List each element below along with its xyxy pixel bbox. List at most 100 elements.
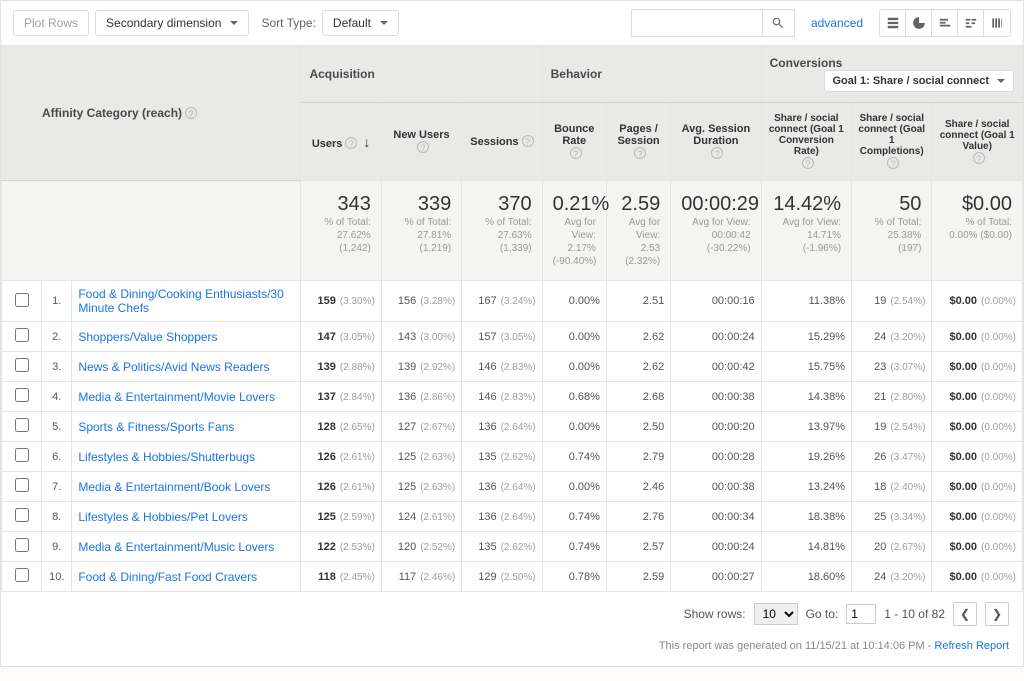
show-rows-select[interactable]: 10 (754, 603, 798, 625)
table-row: 4.Media & Entertainment/Movie Lovers137(… (2, 382, 1023, 412)
help-icon[interactable]: ? (522, 135, 534, 147)
search-input[interactable] (632, 12, 762, 35)
row-number: 1. (42, 281, 72, 322)
view-table-icon[interactable] (880, 10, 906, 36)
category-link[interactable]: Shoppers/Value Shoppers (78, 330, 217, 344)
sort-desc-icon: ↓ (363, 134, 370, 150)
table-row: 2.Shoppers/Value Shoppers147(3.05%)143(3… (2, 322, 1023, 352)
help-icon[interactable]: ? (345, 137, 357, 149)
sort-type-label: Sort Type: (261, 16, 315, 30)
next-page-button[interactable]: ❯ (985, 602, 1009, 626)
view-comparison-icon[interactable] (958, 10, 984, 36)
report-table: Affinity Category (reach)? Acquisition B… (1, 45, 1023, 592)
prev-page-button[interactable]: ❮ (953, 602, 977, 626)
row-number: 10. (42, 562, 72, 592)
pages-column[interactable]: Pages / Session? (606, 103, 670, 181)
view-pie-icon[interactable] (906, 10, 932, 36)
total-compl: 50 (862, 193, 921, 216)
row-number: 4. (42, 382, 72, 412)
total-users-sub: % of Total: 27.62% (1,242) (311, 216, 370, 255)
advanced-link[interactable]: advanced (811, 16, 863, 30)
goal-value-column[interactable]: Share / social connect (Goal 1 Value)? (932, 103, 1023, 181)
chevron-down-icon (230, 21, 238, 29)
row-checkbox[interactable] (15, 418, 29, 432)
row-checkbox[interactable] (15, 448, 29, 462)
help-icon[interactable]: ? (185, 107, 197, 119)
help-icon[interactable]: ? (711, 147, 723, 159)
row-checkbox[interactable] (15, 328, 29, 342)
row-checkbox[interactable] (15, 568, 29, 582)
category-link[interactable]: Media & Entertainment/Book Lovers (78, 480, 270, 494)
category-link[interactable]: News & Politics/Avid News Readers (78, 360, 269, 374)
chevron-down-icon (380, 21, 388, 29)
category-link[interactable]: Sports & Fitness/Sports Fans (78, 420, 234, 434)
total-sessions: 370 (472, 193, 531, 216)
search-icon (771, 16, 785, 30)
secondary-dimension-label: Secondary dimension (106, 16, 221, 30)
sort-default-label: Default (333, 16, 371, 30)
category-link[interactable]: Food & Dining/Cooking Enthusiasts/30 Min… (78, 287, 283, 315)
refresh-report-link[interactable]: Refresh Report (934, 640, 1009, 652)
secondary-dimension-dropdown[interactable]: Secondary dimension (95, 10, 249, 36)
table-row: 5.Sports & Fitness/Sports Fans128(2.65%)… (2, 412, 1023, 442)
total-value: $0.00 (942, 193, 1012, 216)
page-range: 1 - 10 of 82 (884, 607, 945, 621)
view-mode-toggle (879, 9, 1011, 37)
chevron-down-icon (997, 79, 1005, 87)
view-bar-icon[interactable] (932, 10, 958, 36)
category-link[interactable]: Lifestyles & Hobbies/Shutterbugs (78, 450, 255, 464)
avg-duration-column[interactable]: Avg. Session Duration? (671, 103, 761, 181)
row-number: 7. (42, 472, 72, 502)
row-number: 3. (42, 352, 72, 382)
goto-label: Go to: (806, 607, 839, 621)
help-icon[interactable]: ? (973, 152, 985, 164)
row-checkbox[interactable] (15, 388, 29, 402)
show-rows-label: Show rows: (684, 607, 746, 621)
row-checkbox[interactable] (15, 358, 29, 372)
row-number: 5. (42, 412, 72, 442)
category-link[interactable]: Media & Entertainment/Music Lovers (78, 540, 274, 554)
table-row: 6.Lifestyles & Hobbies/Shutterbugs126(2.… (2, 442, 1023, 472)
goto-input[interactable] (846, 604, 876, 624)
new-users-column[interactable]: New Users? (381, 103, 461, 181)
row-number: 2. (42, 322, 72, 352)
conversion-goal-dropdown[interactable]: Goal 1: Share / social connect (824, 70, 1015, 92)
sort-type-dropdown[interactable]: Default (322, 10, 399, 36)
help-icon[interactable]: ? (802, 157, 814, 169)
sessions-column[interactable]: Sessions? (462, 103, 542, 181)
row-number: 9. (42, 532, 72, 562)
row-number: 6. (42, 442, 72, 472)
bounce-column[interactable]: Bounce Rate? (542, 103, 606, 181)
help-icon[interactable]: ? (570, 147, 582, 159)
search-box (631, 9, 795, 37)
row-checkbox[interactable] (15, 478, 29, 492)
primary-column-header[interactable]: Affinity Category (reach) (42, 106, 182, 120)
goal-rate-column[interactable]: Share / social connect (Goal 1 Conversio… (761, 103, 851, 181)
total-rate: 14.42% (772, 193, 841, 216)
help-icon[interactable]: ? (634, 147, 646, 159)
conversions-label: Conversions (770, 56, 843, 70)
search-button[interactable] (762, 10, 794, 36)
help-icon[interactable]: ? (417, 141, 429, 153)
users-column[interactable]: Users?↓ (301, 103, 381, 181)
goal-completions-column[interactable]: Share / social connect (Goal 1 Completio… (852, 103, 932, 181)
help-icon[interactable]: ? (887, 157, 899, 169)
category-link[interactable]: Food & Dining/Fast Food Cravers (78, 570, 257, 584)
total-users: 343 (311, 193, 370, 216)
table-row: 10.Food & Dining/Fast Food Cravers118(2.… (2, 562, 1023, 592)
table-row: 1.Food & Dining/Cooking Enthusiasts/30 M… (2, 281, 1023, 322)
row-checkbox[interactable] (15, 508, 29, 522)
table-row: 8.Lifestyles & Hobbies/Pet Lovers125(2.5… (2, 502, 1023, 532)
category-link[interactable]: Media & Entertainment/Movie Lovers (78, 390, 275, 404)
acquisition-group: Acquisition (301, 46, 542, 103)
row-number: 8. (42, 502, 72, 532)
category-link[interactable]: Lifestyles & Hobbies/Pet Lovers (78, 510, 247, 524)
total-avg: 00:00:29 (681, 193, 750, 216)
row-checkbox[interactable] (15, 293, 29, 307)
view-pivot-icon[interactable] (984, 10, 1010, 36)
table-row: 7.Media & Entertainment/Book Lovers126(2… (2, 472, 1023, 502)
total-pages: 2.59 (617, 193, 660, 216)
table-row: 3.News & Politics/Avid News Readers139(2… (2, 352, 1023, 382)
plot-rows-button[interactable]: Plot Rows (13, 10, 89, 36)
row-checkbox[interactable] (15, 538, 29, 552)
